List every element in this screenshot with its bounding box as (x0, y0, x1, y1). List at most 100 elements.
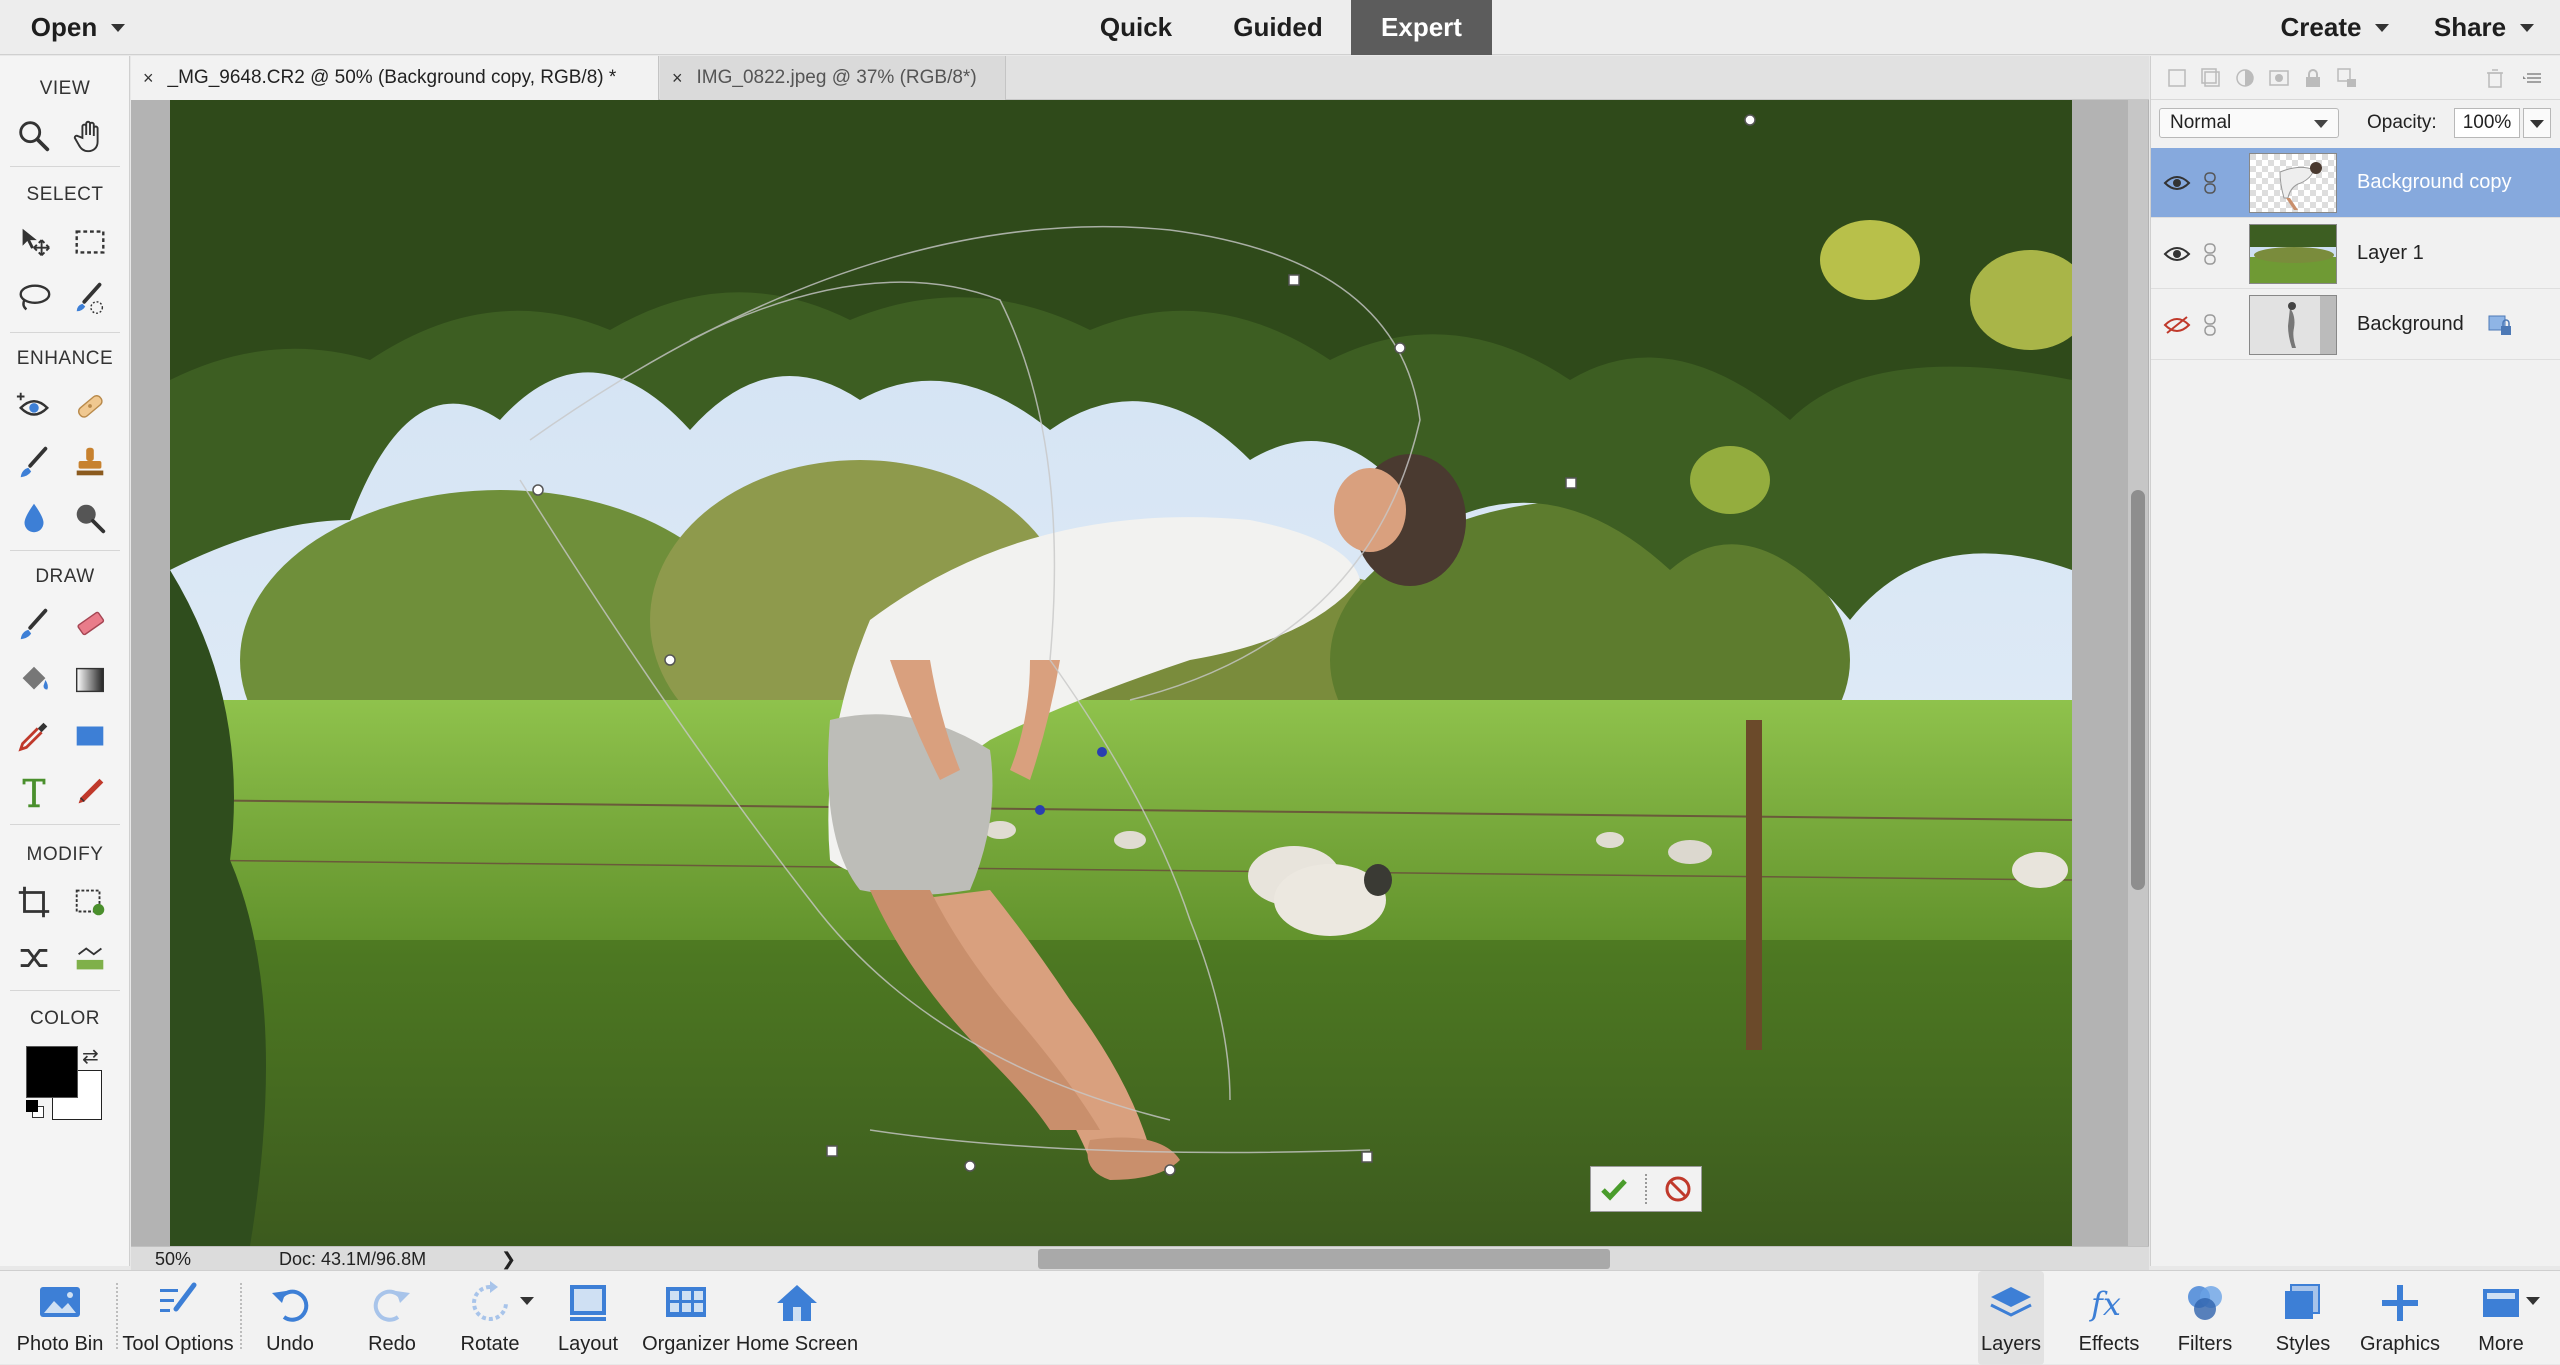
commit-check-icon[interactable] (1599, 1174, 1629, 1204)
quick-selection-tool[interactable] (66, 274, 114, 322)
crop-icon (18, 886, 50, 918)
clone-stamp-tool[interactable] (66, 438, 114, 486)
sponge-tool[interactable] (66, 494, 114, 542)
create-button[interactable]: Create (2270, 0, 2400, 55)
layer-thumbnail (2249, 295, 2337, 355)
new-group-button[interactable] (2197, 64, 2225, 92)
new-layer-button[interactable] (2163, 64, 2191, 92)
marquee-tool[interactable] (66, 218, 114, 266)
close-icon[interactable]: × (672, 68, 683, 89)
share-button[interactable]: Share (2424, 0, 2544, 55)
chevron-down-icon (2314, 120, 2328, 128)
link-icon[interactable] (2201, 171, 2219, 195)
mode-guided-tab[interactable]: Guided (1222, 0, 1334, 55)
layer-name: Background (2357, 313, 2464, 335)
photo-bin-button[interactable]: Photo Bin (14, 1271, 106, 1365)
section-enhance-label: ENHANCE (16, 348, 114, 369)
move-tool[interactable] (10, 218, 58, 266)
eye-icon[interactable] (2163, 242, 2191, 266)
effects-panel-button[interactable]: fx Effects (2076, 1271, 2142, 1365)
eraser-tool[interactable] (66, 600, 114, 648)
recompose-tool[interactable] (66, 878, 114, 926)
pencil-icon (78, 778, 104, 804)
photo-canvas[interactable] (170, 100, 2072, 1246)
zoom-level-field[interactable]: 50% (155, 1247, 191, 1271)
eye-hidden-icon[interactable] (2163, 313, 2191, 337)
red-eye-tool[interactable] (10, 382, 58, 430)
gradient-tool[interactable] (66, 656, 114, 704)
vertical-scrollbar-thumb[interactable] (2131, 490, 2145, 890)
layer-row-layer-1[interactable]: Layer 1 (2151, 219, 2560, 289)
open-button[interactable]: Open (18, 0, 138, 55)
layer-row-background-copy[interactable]: Background copy (2151, 148, 2560, 218)
layer-mask-button[interactable] (2265, 64, 2293, 92)
layer-row-background[interactable]: Background (2151, 290, 2560, 360)
blend-mode-value: Normal (2170, 112, 2232, 133)
cancel-icon[interactable] (1663, 1174, 1693, 1204)
layers-panel-button[interactable]: Layers (1978, 1271, 2044, 1365)
shape-tool[interactable] (66, 712, 114, 760)
adjustment-layer-button[interactable] (2231, 64, 2259, 92)
paint-bucket-tool[interactable] (10, 656, 58, 704)
more-panel-button[interactable]: More (2468, 1271, 2534, 1365)
doc-info-arrow-icon[interactable]: ❯ (501, 1247, 516, 1271)
pencil-tool[interactable] (66, 768, 114, 816)
vertical-scrollbar[interactable] (2128, 100, 2148, 1246)
crop-tool[interactable] (10, 878, 58, 926)
foreground-color-swatch[interactable] (26, 1046, 78, 1098)
opacity-dropdown-button[interactable] (2523, 108, 2551, 138)
panel-menu-button[interactable] (2519, 64, 2547, 92)
blend-mode-select[interactable]: Normal (2159, 108, 2339, 138)
graphics-panel-button[interactable]: Graphics (2358, 1271, 2442, 1365)
quick-selection-brush-icon (76, 282, 104, 314)
effects-label: Effects (2078, 1333, 2140, 1355)
mode-expert-tab[interactable]: Expert (1351, 0, 1492, 55)
link-icon[interactable] (2201, 313, 2219, 337)
layer-group-icon (2201, 68, 2220, 87)
opacity-input[interactable]: 100% (2454, 108, 2520, 138)
home-screen-button[interactable]: Home Screen (736, 1271, 858, 1365)
rotate-button[interactable]: Rotate (450, 1271, 530, 1365)
lock-all-button[interactable] (2299, 64, 2327, 92)
spot-healing-tool[interactable] (66, 382, 114, 430)
more-dropdown-icon[interactable] (2526, 1297, 2540, 1305)
link-icon[interactable] (2201, 242, 2219, 266)
styles-icon (2285, 1284, 2320, 1319)
straighten-tool[interactable] (66, 934, 114, 982)
swap-colors-icon[interactable]: ⇄ (82, 1044, 99, 1069)
lasso-tool[interactable] (10, 274, 58, 322)
content-aware-move-tool[interactable] (10, 934, 58, 982)
organizer-button[interactable]: Organizer (638, 1271, 734, 1365)
mode-quick-tab[interactable]: Quick (1086, 0, 1186, 55)
filters-panel-button[interactable]: Filters (2172, 1271, 2238, 1365)
eyedropper-icon (18, 722, 48, 752)
undo-icon (272, 1289, 309, 1322)
eyedropper-tool[interactable] (10, 712, 58, 760)
default-colors-icon[interactable] (26, 1100, 46, 1120)
toolbox: VIEW SELECT ENHANCE DRAW MODIFY COLOR ⇄ (0, 56, 130, 1266)
brush-tool[interactable] (10, 600, 58, 648)
lock-transparency-button[interactable] (2333, 64, 2361, 92)
layout-label: Layout (557, 1333, 619, 1355)
type-tool[interactable] (10, 768, 58, 816)
rotate-dropdown-icon[interactable] (520, 1297, 534, 1305)
eye-icon[interactable] (2163, 171, 2191, 195)
horizontal-scrollbar-thumb[interactable] (1038, 1249, 1610, 1269)
hand-tool[interactable] (66, 112, 114, 160)
tool-options-button[interactable]: Tool Options (118, 1271, 238, 1365)
gradient-icon (75, 667, 105, 693)
chevron-down-icon (2520, 23, 2535, 32)
canvas-area[interactable] (131, 100, 2149, 1246)
redo-button[interactable]: Redo (352, 1271, 432, 1365)
zoom-tool[interactable] (10, 112, 58, 160)
blur-tool[interactable] (10, 494, 58, 542)
close-icon[interactable]: × (143, 68, 154, 89)
styles-panel-button[interactable]: Styles (2270, 1271, 2336, 1365)
smart-brush-tool[interactable] (10, 438, 58, 486)
delete-layer-button[interactable] (2481, 64, 2509, 92)
layout-button[interactable]: Layout (548, 1271, 628, 1365)
eye-plus-icon (16, 392, 49, 416)
undo-button[interactable]: Undo (250, 1271, 330, 1365)
document-tab[interactable]: × IMG_0822.jpeg @ 37% (RGB/8*) (660, 56, 1006, 100)
document-tab-active[interactable]: × _MG_9648.CR2 @ 50% (Background copy, R… (131, 56, 659, 100)
